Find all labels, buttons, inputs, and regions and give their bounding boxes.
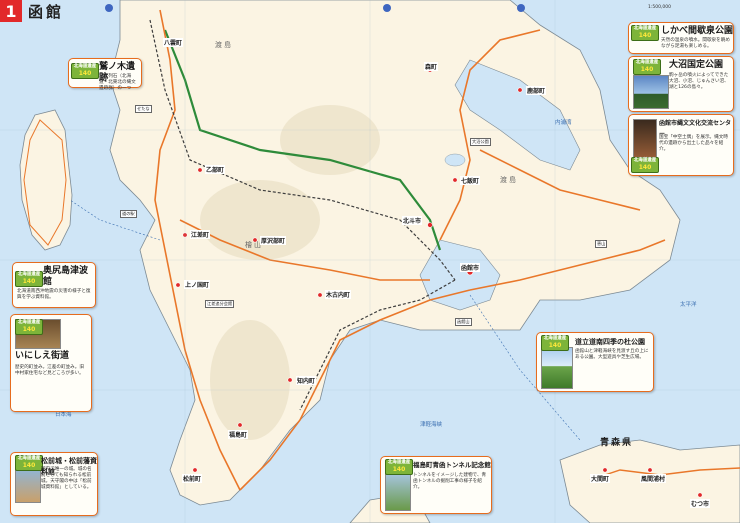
heritage-badge: 北海道遺産 140: [385, 459, 413, 475]
map-note: 江差追分会館: [205, 300, 235, 308]
spot-card-onuma[interactable]: 北海道遺産 140 大沼国定公園 駒ヶ岳の噴火によってできた大沼、小沼、じゅんさい…: [628, 56, 734, 112]
city-label: 江差町: [190, 230, 211, 239]
heritage-badge: 北海道遺産 140: [631, 25, 659, 41]
mountain-shade: [280, 105, 380, 175]
spot-card-inishie[interactable]: 北海道遺産 140 いにしえ街道 歴史的町並み。江差の町並み。旧中村家住宅など見ど…: [10, 314, 92, 412]
heritage-badge: 北海道遺産 140: [541, 335, 569, 351]
heritage-badge: 北海道遺産 140: [15, 271, 43, 287]
scale-label: 1:500,000: [648, 5, 671, 10]
route-shield: [105, 4, 113, 12]
region-label: 渡島: [500, 176, 518, 184]
spot-card-washinoki[interactable]: 北海道遺産 140 鷲ノ木遺跡 環状列石（北海道・北東北の縄文遺跡群）の一つ: [68, 58, 142, 91]
spot-photo: [385, 471, 411, 511]
city-label: 北斗市: [402, 216, 423, 225]
card-desc: 国内で唯一の城。城の名前としても知られる松前城。天守閣の中は「松前城資料館」とし…: [41, 467, 92, 490]
city-label: 八雲町: [163, 38, 184, 47]
city-label: 松前町: [182, 474, 203, 483]
map-note: 道の駅: [120, 210, 137, 218]
spot-card-shikabe[interactable]: 北海道遺産 140 しかべ間歇泉公園 天然の温泉の噴水。間歇泉を眺めながら足湯も楽…: [628, 22, 734, 54]
city-label: 鹿部町: [526, 86, 547, 95]
card-desc: 天然の温泉の噴水。間歇泉を眺めながら足湯も楽しめる。: [661, 38, 730, 49]
card-title: 道立道南四季の杜公園: [575, 338, 645, 346]
spot-card-nanbu[interactable]: 北海道遺産 140 道立道南四季の杜公園 函館山と津軽海峡を見渡す丘の上にある公園…: [536, 332, 654, 392]
card-title: 大沼国定公園: [669, 60, 724, 70]
spot-photo: [633, 75, 669, 109]
city-label: 厚沢部町: [260, 236, 287, 245]
card-title: いにしえ街道: [15, 351, 70, 361]
card-desc: トンネルをイメージした建物で、青函トンネルの掘削工事の様子を紹介。: [413, 473, 487, 490]
card-desc: 歴史的町並み。江差の町並み。旧中村家住宅など見どころが多い。: [15, 365, 84, 376]
city-label: 函館市: [460, 263, 481, 272]
city-label: 大間町: [590, 474, 611, 483]
heritage-badge: 北海道遺産 140: [633, 59, 661, 75]
card-desc: 駒ヶ岳の噴火によってできた大沼、小沼、じゅんさい沼、湖と126の島々。: [669, 73, 729, 90]
spot-card-okushiri[interactable]: 北海道遺産 140 奥尻島津波館 北海道南西沖地震の災害の様子と復興を学ぶ資料館。: [12, 262, 96, 308]
city-label: 七飯町: [460, 176, 481, 185]
city-label: 木古内町: [325, 290, 352, 299]
city-label: 福島町: [228, 430, 249, 439]
city-label: 乙部町: [205, 165, 226, 174]
sea-label: 内浦湾: [555, 120, 572, 126]
card-desc: 環状列石（北海道・北東北の縄文遺跡群）の一つ: [99, 74, 136, 91]
map-note: 函館山: [455, 318, 472, 326]
city-label: むつ市: [690, 499, 711, 508]
card-desc: 国宝「中空土偶」を展示。縄文時代の遺跡から出土した品々を紹介。: [659, 135, 728, 152]
page-title: 函館: [28, 2, 65, 21]
page-header: 1 函館: [0, 0, 64, 22]
heritage-badge: 北海道遺産 140: [15, 455, 43, 471]
prefecture-label: 青森県: [600, 438, 634, 448]
city-label: 風間浦村: [640, 474, 667, 483]
heritage-badge: 北海道遺産 140: [71, 63, 99, 79]
lake-onuma: [444, 153, 466, 167]
card-title: 福島町青函トンネル記念館: [413, 461, 491, 469]
card-title: しかべ間歇泉公園: [661, 26, 734, 36]
spot-card-matsumae[interactable]: 北海道遺産 140 松前城・松前藩資料館 国内で唯一の城。城の名前としても知られる…: [10, 452, 98, 516]
heritage-badge: 北海道遺産 140: [15, 319, 43, 335]
map-note: 恵山: [595, 240, 608, 248]
sea-label: 津軽海峡: [420, 422, 443, 428]
route-shield: [383, 4, 391, 12]
region-label: 渡島: [215, 41, 233, 49]
heritage-badge: 北海道遺産 140: [631, 157, 659, 173]
card-title: 奥尻島津波館: [43, 266, 89, 287]
page-number: 1: [0, 0, 22, 22]
card-desc: 函館山と津軽海峡を見渡す丘の上にある公園。大型遊具や芝生広場。: [575, 349, 649, 360]
map-note: せたな: [135, 105, 152, 113]
card-desc: 北海道南西沖地震の災害の様子と復興を学ぶ資料館。: [17, 289, 91, 300]
city-label: 森町: [424, 62, 439, 71]
map-note: 大沼公園: [470, 138, 491, 146]
spot-photo: [541, 347, 573, 389]
city-label: 知内町: [296, 376, 317, 385]
spot-card-seikan[interactable]: 北海道遺産 140 福島町青函トンネル記念館 トンネルをイメージした建物で、青函ト…: [380, 456, 492, 514]
mountain-shade: [210, 320, 290, 440]
route-shield: [517, 4, 525, 12]
spot-card-jomon[interactable]: 北海道遺産 140 函館市縄文文化交流センター 国宝「中空土偶」を展示。縄文時代の…: [628, 114, 734, 176]
sea-label: 太平洋: [680, 302, 697, 308]
spot-photo: [15, 467, 41, 503]
city-label: 上ノ国町: [184, 280, 211, 289]
